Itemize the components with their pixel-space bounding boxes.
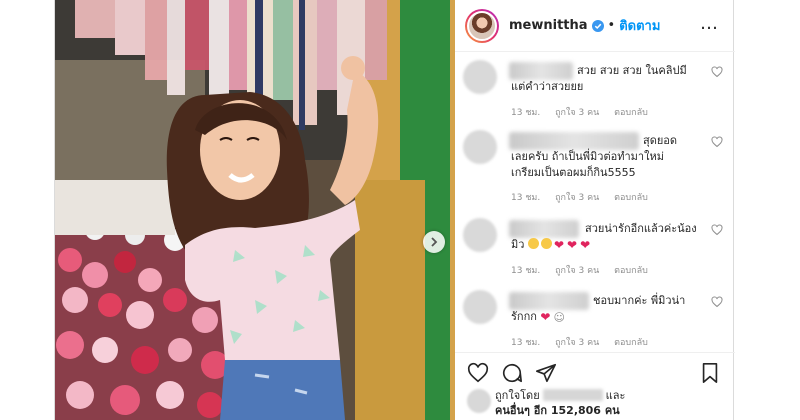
comment-text: ชอบมากค่ะ พี่มิวน่า xyxy=(593,294,686,307)
smile-emoji-icon: ☺ xyxy=(553,311,565,324)
commenter-avatar[interactable] xyxy=(463,290,497,324)
red-heart-icon: ❤ xyxy=(567,238,578,252)
likes-text: ถูกใจโดย และ คนอื่นๆ อีก 152,806 คน xyxy=(495,388,625,418)
comment-reply[interactable]: ตอบกลับ xyxy=(614,108,648,118)
liker-name-redacted[interactable] xyxy=(542,389,603,401)
comment-item: ชอบมากค่ะ พี่มิวน่า รักกก ❤ ☺ 13 ชม. ถูกใ… xyxy=(463,290,723,350)
comment-item: สวย สวย สวย ในคลิปมี แต่คำว่าสวยยย 13 ชม… xyxy=(463,60,723,120)
comments-list: สวย สวย สวย ในคลิปมี แต่คำว่าสวยยย 13 ชม… xyxy=(455,52,735,352)
commenter-name-redacted[interactable] xyxy=(509,62,573,80)
comment-likes[interactable]: ถูกใจ 3 คน xyxy=(555,193,599,203)
comment-text: เกรียมเป็นตอผมก็กิน5555 xyxy=(511,166,636,179)
commenter-avatar[interactable] xyxy=(463,60,497,94)
share-icon[interactable] xyxy=(535,362,557,384)
post-side-panel: mewnittha • ติดตาม … สวย สวย สวย ในคลิปม… xyxy=(455,0,735,420)
heart-icon[interactable] xyxy=(711,224,723,236)
commenter-name-redacted[interactable] xyxy=(509,292,589,310)
more-options-icon[interactable]: … xyxy=(700,15,719,33)
comment-text: แต่คำว่าสวยยย xyxy=(511,80,584,93)
post-actions-bar xyxy=(455,352,735,392)
comment-text: สวยน่ารักอีกแล้วค่ะน้อง xyxy=(585,222,697,235)
and-label: และ xyxy=(605,389,626,402)
post-photo[interactable] xyxy=(55,0,455,420)
commenter-name-redacted[interactable] xyxy=(509,132,639,150)
wink-emoji-icon xyxy=(527,238,539,249)
comment-reply[interactable]: ตอบกลับ xyxy=(614,193,648,203)
liker-avatar[interactable] xyxy=(467,389,491,413)
heart-icon[interactable] xyxy=(711,136,723,148)
comment-meta: 13 ชม. ถูกใจ 3 คน ตอบกลับ xyxy=(511,190,660,204)
likes-count[interactable]: 152,806 xyxy=(551,404,601,417)
comment-time: 13 ชม. xyxy=(511,338,541,348)
author-avatar[interactable] xyxy=(465,8,499,43)
bookmark-icon[interactable] xyxy=(699,362,721,384)
comment-item: สวยน่ารักอีกแล้วค่ะน้อง มิว ❤ ❤ ❤ 13 ชม. ถ… xyxy=(463,218,723,278)
comment-meta: 13 ชม. ถูกใจ 3 คน ตอบกลับ xyxy=(511,335,660,349)
red-heart-icon: ❤ xyxy=(553,238,564,252)
comment-meta: 13 ชม. ถูกใจ 3 คน ตอบกลับ xyxy=(511,263,660,277)
people-label[interactable]: คน xyxy=(605,404,620,417)
header-separator: • xyxy=(607,18,616,33)
carousel-next-icon[interactable] xyxy=(423,231,445,253)
commenter-avatar[interactable] xyxy=(463,218,497,252)
comment-text: มิว ❤ ❤ ❤ xyxy=(511,237,593,253)
heart-icon[interactable] xyxy=(711,66,723,78)
verified-badge-icon xyxy=(591,19,604,32)
commenter-avatar[interactable] xyxy=(463,130,497,164)
comment-item: สุดยอด เลยครับ ถ้าเป็นพี่มิวต่อทำมาใหม่ … xyxy=(463,130,723,205)
follow-button[interactable]: ติดตาม xyxy=(619,15,660,36)
comment-reply[interactable]: ตอบกลับ xyxy=(614,266,648,276)
comment-meta: 13 ชม. ถูกใจ 3 คน ตอบกลับ xyxy=(511,105,660,119)
comment-icon[interactable] xyxy=(501,362,523,384)
comment-time: 13 ชม. xyxy=(511,266,541,276)
comment-time: 13 ชม. xyxy=(511,193,541,203)
instagram-post: mewnittha • ติดตาม … สวย สวย สวย ในคลิปม… xyxy=(54,0,735,420)
red-heart-icon: ❤ xyxy=(580,238,591,252)
comment-text-word: รักกก xyxy=(511,310,537,323)
comment-text: สวย สวย สวย ในคลิปมี xyxy=(577,64,687,77)
smile-emoji-icon xyxy=(540,238,552,249)
liked-by-label: ถูกใจโดย xyxy=(495,389,540,402)
commenter-name-redacted[interactable] xyxy=(509,220,579,238)
comment-text-word: มิว xyxy=(511,238,525,251)
comment-time: 13 ชม. xyxy=(511,108,541,118)
comment-likes[interactable]: ถูกใจ 3 คน xyxy=(555,338,599,348)
author-username[interactable]: mewnittha xyxy=(509,18,588,33)
heart-icon[interactable] xyxy=(711,296,723,308)
post-header: mewnittha • ติดตาม … xyxy=(455,0,735,52)
comment-text: รักกก ❤ ☺ xyxy=(511,309,567,325)
heart-icon[interactable] xyxy=(467,362,489,384)
others-prefix[interactable]: คนอื่นๆ อีก xyxy=(495,404,547,417)
comment-likes[interactable]: ถูกใจ 3 คน xyxy=(555,108,599,118)
comment-text: เลยครับ ถ้าเป็นพี่มิวต่อทำมาใหม่ xyxy=(511,150,664,163)
comment-reply[interactable]: ตอบกลับ xyxy=(614,338,648,348)
comment-text: สุดยอด xyxy=(643,134,678,147)
comment-likes[interactable]: ถูกใจ 3 คน xyxy=(555,266,599,276)
red-heart-icon: ❤ xyxy=(540,310,551,324)
photo-illustration xyxy=(55,0,455,420)
